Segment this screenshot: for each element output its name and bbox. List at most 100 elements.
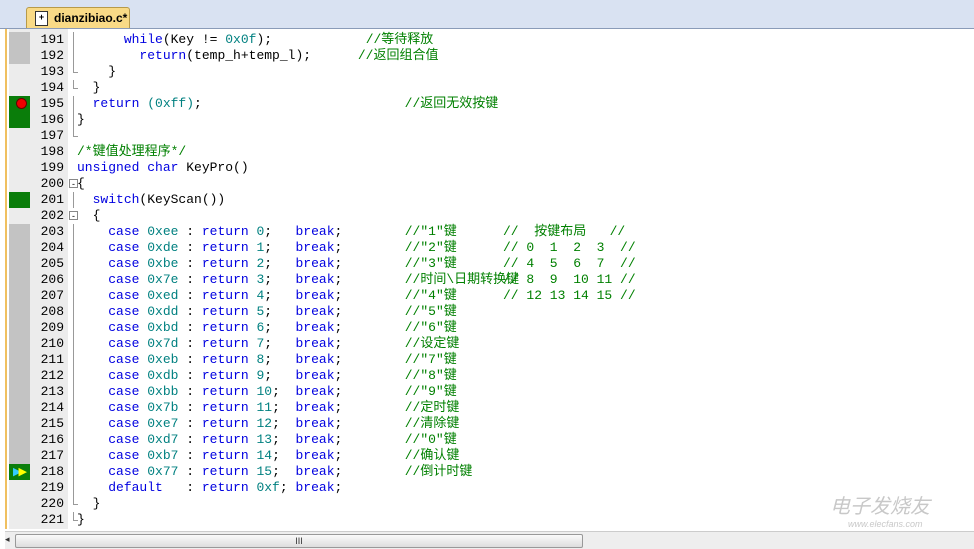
code-token: ; xyxy=(334,464,405,479)
gutter-marker[interactable] xyxy=(9,80,30,96)
code-editor[interactable]: 191 while(Key != 0x0f); //等待释放 192 return… xyxy=(5,29,974,529)
number: 4 xyxy=(248,288,265,303)
code-line[interactable]: 202- { xyxy=(7,208,974,224)
code-line[interactable]: 212 case 0xdb : return 9; break; //"8"键 xyxy=(7,368,974,384)
scrollbar-thumb[interactable]: III xyxy=(15,534,583,548)
line-number: 211 xyxy=(30,352,68,368)
gutter-marker[interactable] xyxy=(9,272,30,288)
code-line[interactable]: 206 case 0x7e : return 3; break; //时间\日期… xyxy=(7,272,974,288)
gutter-marker[interactable] xyxy=(9,512,30,528)
keyword: break xyxy=(295,464,335,479)
code-token: : xyxy=(178,256,202,271)
gutter-marker[interactable] xyxy=(9,304,30,320)
comment: //等待释放 xyxy=(365,32,434,47)
gutter-marker[interactable] xyxy=(9,416,30,432)
gutter-marker[interactable] xyxy=(9,32,30,48)
gutter-marker[interactable] xyxy=(9,128,30,144)
gutter-marker[interactable] xyxy=(9,352,30,368)
gutter-marker[interactable] xyxy=(9,336,30,352)
code-line[interactable]: 191 while(Key != 0x0f); //等待释放 xyxy=(7,32,974,48)
code-line[interactable]: 210 case 0x7d : return 7; break; //设定键 xyxy=(7,336,974,352)
code-line[interactable]: 205 case 0xbe : return 2; break; //"3"键 /… xyxy=(7,256,974,272)
code-line[interactable]: 192 return(temp_h+temp_l); //返回组合值 xyxy=(7,48,974,64)
code-line[interactable]: 208 case 0xdd : return 5; break; //"5"键 xyxy=(7,304,974,320)
gutter-marker[interactable] xyxy=(9,176,30,192)
gutter-marker[interactable] xyxy=(9,288,30,304)
gutter-marker[interactable] xyxy=(9,240,30,256)
gutter-marker[interactable] xyxy=(9,496,30,512)
code-token: KeyPro() xyxy=(178,160,249,175)
code-line[interactable]: ▶▶ 218 case 0x77 : return 15; break; //倒计… xyxy=(7,464,974,480)
code-line[interactable]: 213 case 0xbb : return 10; break; //"9"键 xyxy=(7,384,974,400)
comment: //"4"键 xyxy=(404,288,457,303)
gutter-marker[interactable] xyxy=(9,208,30,224)
code-line[interactable]: 194 } xyxy=(7,80,974,96)
code-line[interactable]: 216 case 0xd7 : return 13; break; //"0"键 xyxy=(7,432,974,448)
code-line[interactable]: 214 case 0x7b : return 11; break; //定时键 xyxy=(7,400,974,416)
code-line[interactable]: 203 case 0xee : return 0; break; //"1"键 /… xyxy=(7,224,974,240)
comment: //"9"键 xyxy=(404,384,457,399)
code-line[interactable]: 197 xyxy=(7,128,974,144)
code-text: default : return 0xf; break; xyxy=(77,480,342,496)
gutter-marker[interactable] xyxy=(9,64,30,80)
code-line[interactable]: 198 /*键值处理程序*/ xyxy=(7,144,974,160)
number: 0xe7 xyxy=(139,416,179,431)
keyword: return xyxy=(201,240,249,255)
gutter-marker[interactable] xyxy=(9,224,30,240)
keyword: return xyxy=(201,304,249,319)
gutter-marker[interactable]: ▶▶ xyxy=(9,464,30,480)
line-number: 219 xyxy=(30,480,68,496)
tab-dianzibiao-c[interactable]: + dianzibiao.c* xyxy=(26,7,130,28)
code-line[interactable]: 199 unsigned char KeyPro() xyxy=(7,160,974,176)
code-token: ; xyxy=(334,400,405,415)
code-line[interactable]: 211 case 0xeb : return 8; break; //"7"键 xyxy=(7,352,974,368)
gutter-marker[interactable] xyxy=(9,400,30,416)
comment: //"3"键 xyxy=(404,256,457,271)
code-token: ; xyxy=(334,336,405,351)
gutter-marker[interactable] xyxy=(9,480,30,496)
code-line[interactable]: 196} xyxy=(7,112,974,128)
number: 0xde xyxy=(139,240,179,255)
code-line[interactable]: 200-{ xyxy=(7,176,974,192)
code-text: return (0xff); //返回无效按键 xyxy=(77,96,499,112)
code-line[interactable]: 217 case 0xb7 : return 14; break; //确认键 xyxy=(7,448,974,464)
gutter-marker[interactable] xyxy=(9,448,30,464)
gutter-marker[interactable] xyxy=(9,112,30,128)
gutter-marker[interactable] xyxy=(9,368,30,384)
code-token: ; xyxy=(264,352,296,367)
gutter-marker[interactable] xyxy=(9,144,30,160)
number: 0xb7 xyxy=(139,448,179,463)
gutter-marker[interactable] xyxy=(9,160,30,176)
code-line[interactable]: 204 case 0xde : return 1; break; //"2"键 /… xyxy=(7,240,974,256)
keyword: break xyxy=(295,432,335,447)
code-line[interactable]: 209 case 0xbd : return 6; break; //"6"键 xyxy=(7,320,974,336)
gutter-marker[interactable] xyxy=(9,432,30,448)
gutter-marker[interactable] xyxy=(9,256,30,272)
code-line[interactable]: 215 case 0xe7 : return 12; break; //清除键 xyxy=(7,416,974,432)
gutter-marker[interactable] xyxy=(9,192,30,208)
code-line[interactable]: 193 } xyxy=(7,64,974,80)
gutter-marker[interactable] xyxy=(9,320,30,336)
number: (0xff) xyxy=(139,96,195,111)
code-line[interactable]: 195 return (0xff); //返回无效按键 xyxy=(7,96,974,112)
gutter-marker[interactable] xyxy=(9,96,30,112)
line-number: 196 xyxy=(30,112,68,128)
code-line[interactable]: 207 case 0xed : return 4; break; //"4"键 /… xyxy=(7,288,974,304)
keyword: return xyxy=(201,256,249,271)
breakpoint-icon[interactable] xyxy=(16,98,27,109)
code-line[interactable]: 219 default : return 0xf; break; xyxy=(7,480,974,496)
number: 2 xyxy=(248,256,265,271)
gutter-marker[interactable] xyxy=(9,48,30,64)
number: 12 xyxy=(248,416,273,431)
code-line[interactable]: 220 } xyxy=(7,496,974,512)
gutter-marker[interactable] xyxy=(9,384,30,400)
code-line[interactable]: 221} xyxy=(7,512,974,528)
scroll-left-icon[interactable]: ◂ xyxy=(5,534,10,545)
horizontal-scrollbar[interactable]: ◂ III xyxy=(5,531,974,549)
code-line[interactable]: 201 switch(KeyScan()) xyxy=(7,192,974,208)
code-token: : xyxy=(178,384,202,399)
code-text: return(temp_h+temp_l); //返回组合值 xyxy=(77,48,438,64)
keyword: case xyxy=(108,336,140,351)
